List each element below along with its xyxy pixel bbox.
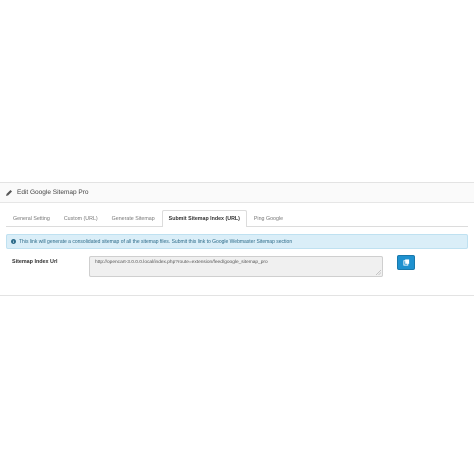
- info-icon: i: [11, 239, 16, 244]
- sitemap-panel: Edit Google Sitemap Pro General Setting …: [0, 182, 474, 296]
- pencil-icon: [5, 189, 13, 197]
- tab-custom-url[interactable]: Custom (URL): [57, 210, 105, 227]
- info-alert: i This link will generate a consolidated…: [6, 234, 468, 249]
- copy-url-button[interactable]: [397, 255, 415, 270]
- sitemap-index-url-label: Sitemap Index Url: [12, 259, 58, 265]
- sitemap-index-url-field[interactable]: http://opencart-3.0.0.0.local/index.php?…: [89, 256, 383, 277]
- tab-ping-google[interactable]: Ping Google: [247, 210, 290, 227]
- sitemap-index-url-value: http://opencart-3.0.0.0.local/index.php?…: [95, 260, 268, 265]
- sitemap-url-row: Sitemap Index Url http://opencart-3.0.0.…: [6, 254, 468, 294]
- copy-icon: [402, 259, 410, 266]
- panel-heading: Edit Google Sitemap Pro: [0, 183, 474, 203]
- panel-body: General Setting Custom (URL) Generate Si…: [0, 203, 474, 294]
- tab-bar: General Setting Custom (URL) Generate Si…: [6, 210, 468, 227]
- tab-general-setting[interactable]: General Setting: [6, 210, 57, 227]
- panel-title: Edit Google Sitemap Pro: [17, 189, 89, 196]
- tab-generate-sitemap[interactable]: Generate Sitemap: [105, 210, 162, 227]
- resize-grip[interactable]: [376, 270, 381, 275]
- tab-submit-sitemap-index[interactable]: Submit Sitemap Index (URL): [161, 210, 247, 227]
- alert-text: This link will generate a consolidated s…: [19, 238, 293, 245]
